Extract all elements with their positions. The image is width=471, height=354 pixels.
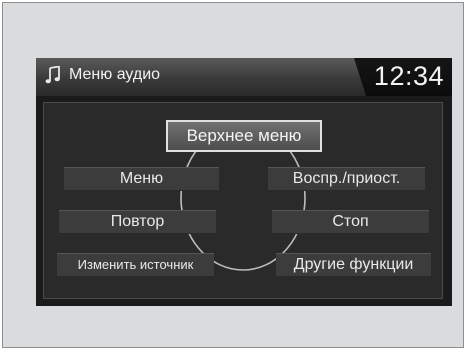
other-functions-button[interactable]: Другие функции	[276, 253, 431, 277]
title-bar: Меню аудио 12:34	[36, 58, 452, 96]
play-pause-button[interactable]: Воспр./приост.	[268, 167, 425, 191]
repeat-button[interactable]: Повтор	[59, 210, 216, 234]
menu-button[interactable]: Меню	[64, 167, 219, 191]
screen-title: Меню аудио	[69, 66, 161, 83]
figure-frame: Меню аудио 12:34 Верхнее меню Меню Воспр…	[2, 2, 464, 348]
clock: 12:34	[373, 61, 444, 91]
stop-button[interactable]: Стоп	[272, 210, 429, 234]
music-note-icon	[45, 66, 60, 84]
audio-menu-screen: Меню аудио 12:34 Верхнее меню Меню Воспр…	[36, 58, 452, 306]
top-menu-button[interactable]: Верхнее меню	[166, 120, 322, 152]
change-source-button[interactable]: Изменить источник	[57, 253, 214, 277]
